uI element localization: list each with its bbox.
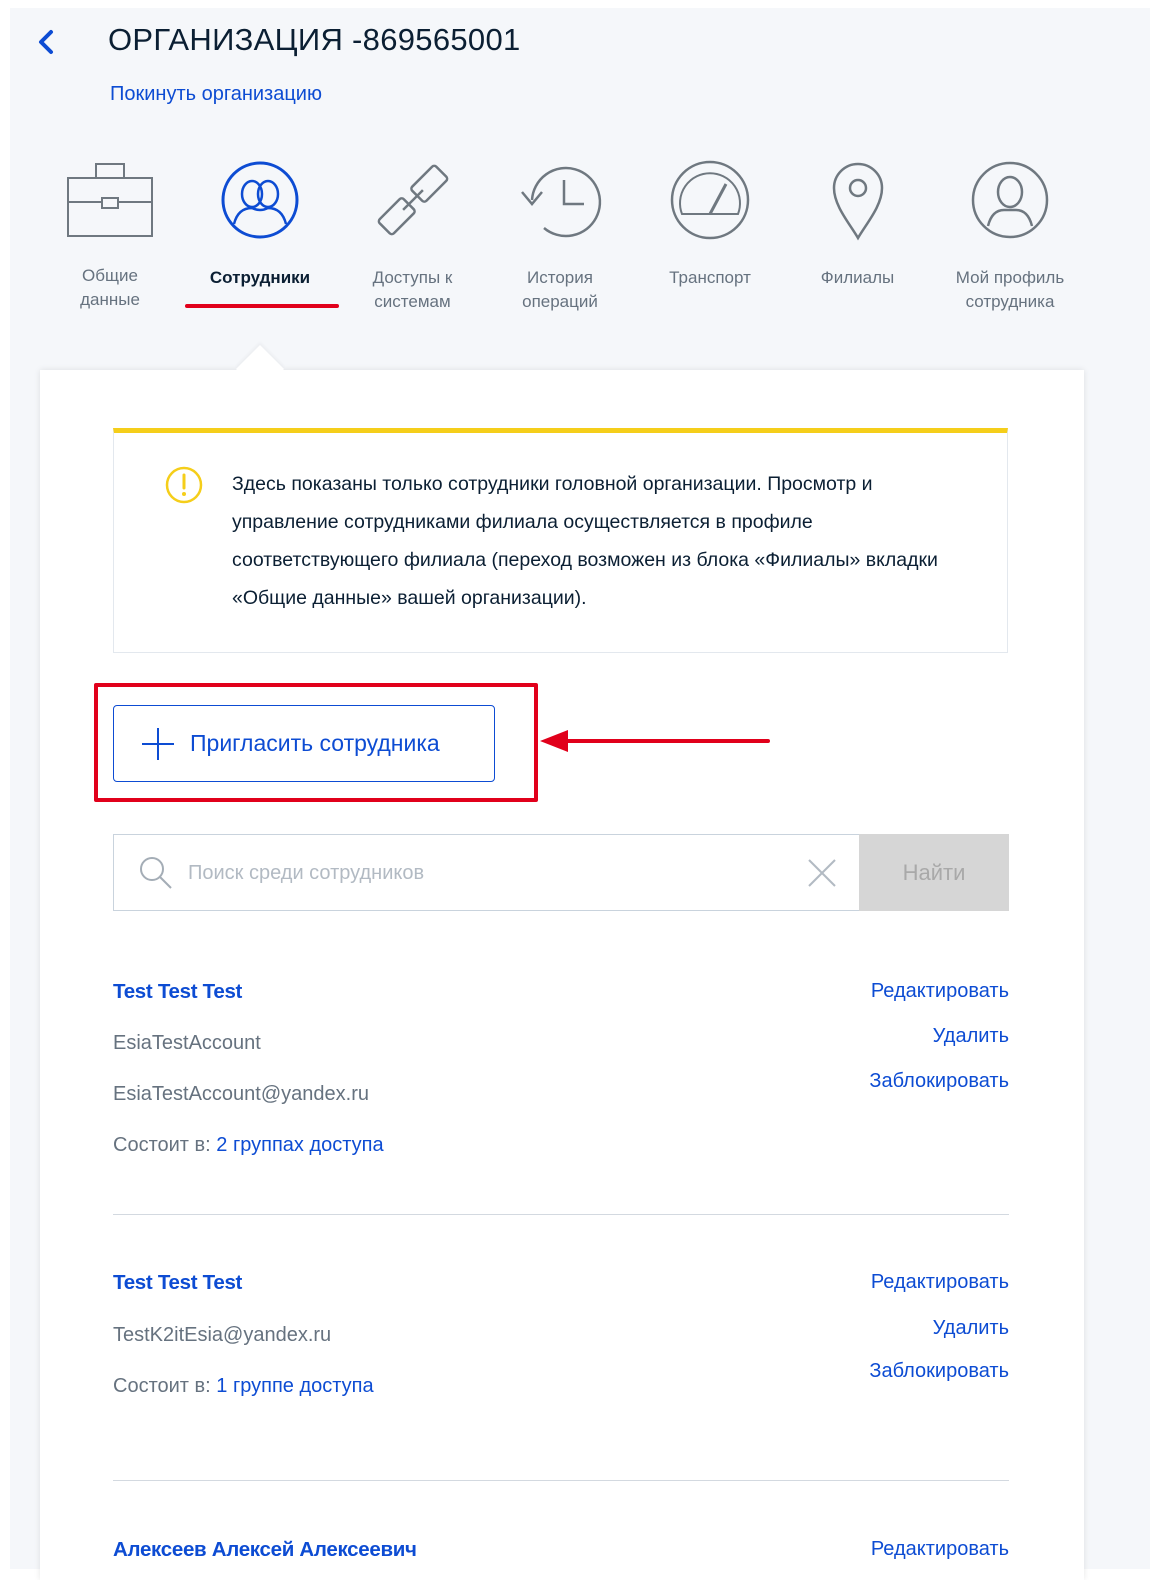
block-link[interactable]: Заблокировать	[869, 1070, 1009, 1093]
leave-organization-link[interactable]: Покинуть организацию	[110, 83, 322, 106]
tab-branches[interactable]: Филиалы	[800, 158, 915, 328]
briefcase-icon	[67, 163, 153, 237]
warning-icon	[165, 466, 203, 504]
access-groups-link[interactable]: 1 группе доступа	[216, 1375, 373, 1397]
annotation-arrow-icon	[540, 730, 770, 752]
tab-my-employee-profile[interactable]: Мой профиль сотрудника	[930, 158, 1090, 328]
user-profile-icon	[971, 161, 1049, 239]
tab-label: Доступы к системам	[372, 268, 453, 311]
speedometer-icon	[670, 160, 750, 240]
employee-item: Test Test Test EsiaTestAccount EsiaTestA…	[113, 980, 1009, 1170]
block-link[interactable]: Заблокировать	[869, 1360, 1009, 1383]
tab-general-data[interactable]: Общие данные	[55, 158, 165, 328]
employee-groups: Состоит в: 1 группе доступа	[113, 1375, 374, 1398]
page-title: ОРГАНИЗАЦИЯ -869565001	[108, 22, 521, 57]
employee-email: EsiaTestAccount@yandex.ru	[113, 1083, 369, 1105]
chain-link-icon	[377, 164, 448, 236]
access-groups-link[interactable]: 2 группах доступа	[216, 1134, 383, 1156]
divider	[113, 1214, 1009, 1215]
tab-label: Филиалы	[820, 268, 895, 287]
find-button[interactable]: Найти	[859, 834, 1009, 911]
employee-search: Найти	[113, 834, 1009, 911]
back-arrow-icon[interactable]	[34, 28, 60, 56]
delete-link[interactable]: Удалить	[933, 1317, 1009, 1340]
notice-text: Здесь показаны только сотрудники головно…	[232, 473, 938, 609]
edit-link[interactable]: Редактировать	[871, 1538, 1009, 1561]
search-icon	[140, 857, 172, 889]
map-pin-icon	[832, 162, 883, 241]
tab-operations-history[interactable]: История операций	[500, 158, 620, 328]
employee-login: EsiaTestAccount	[113, 1032, 261, 1054]
tab-label: Общие данные	[80, 266, 140, 309]
divider	[113, 1480, 1009, 1481]
employee-name[interactable]: Test Test Test	[113, 980, 242, 1004]
tab-label: Сотрудники	[209, 268, 311, 287]
edit-link[interactable]: Редактировать	[871, 980, 1009, 1003]
employee-item: Алексеев Алексей Алексеевич Редактироват…	[113, 1538, 1009, 1569]
notice-box: Здесь показаны только сотрудники головно…	[113, 428, 1008, 653]
member-prefix: Состоит в:	[113, 1375, 211, 1397]
invite-employee-button[interactable]: Пригласить сотрудника	[113, 705, 495, 782]
history-clock-icon	[521, 166, 602, 238]
plus-icon	[142, 727, 174, 760]
tab-label: Мой профиль сотрудника	[955, 268, 1065, 311]
tab-system-access[interactable]: Доступы к системам	[355, 158, 470, 328]
tab-transport[interactable]: Транспорт	[650, 158, 770, 328]
search-input[interactable]	[186, 853, 790, 893]
member-prefix: Состоит в:	[113, 1134, 211, 1156]
active-tab-indicator	[185, 304, 339, 308]
employee-item: Test Test Test TestK2itEsia@yandex.ru Со…	[113, 1271, 1009, 1411]
employee-name[interactable]: Test Test Test	[113, 1271, 242, 1295]
tab-employees[interactable]: Сотрудники	[180, 158, 340, 328]
invite-button-label: Пригласить сотрудника	[190, 730, 440, 756]
delete-link[interactable]: Удалить	[933, 1025, 1009, 1048]
people-icon	[221, 161, 299, 239]
edit-link[interactable]: Редактировать	[871, 1271, 1009, 1294]
employee-groups: Состоит в: 2 группах доступа	[113, 1134, 384, 1157]
tab-label: История операций	[522, 268, 598, 311]
employee-name[interactable]: Алексеев Алексей Алексеевич	[113, 1538, 417, 1562]
tab-label: Транспорт	[669, 268, 751, 287]
close-icon[interactable]	[806, 857, 838, 889]
employee-email: TestK2itEsia@yandex.ru	[113, 1324, 332, 1346]
